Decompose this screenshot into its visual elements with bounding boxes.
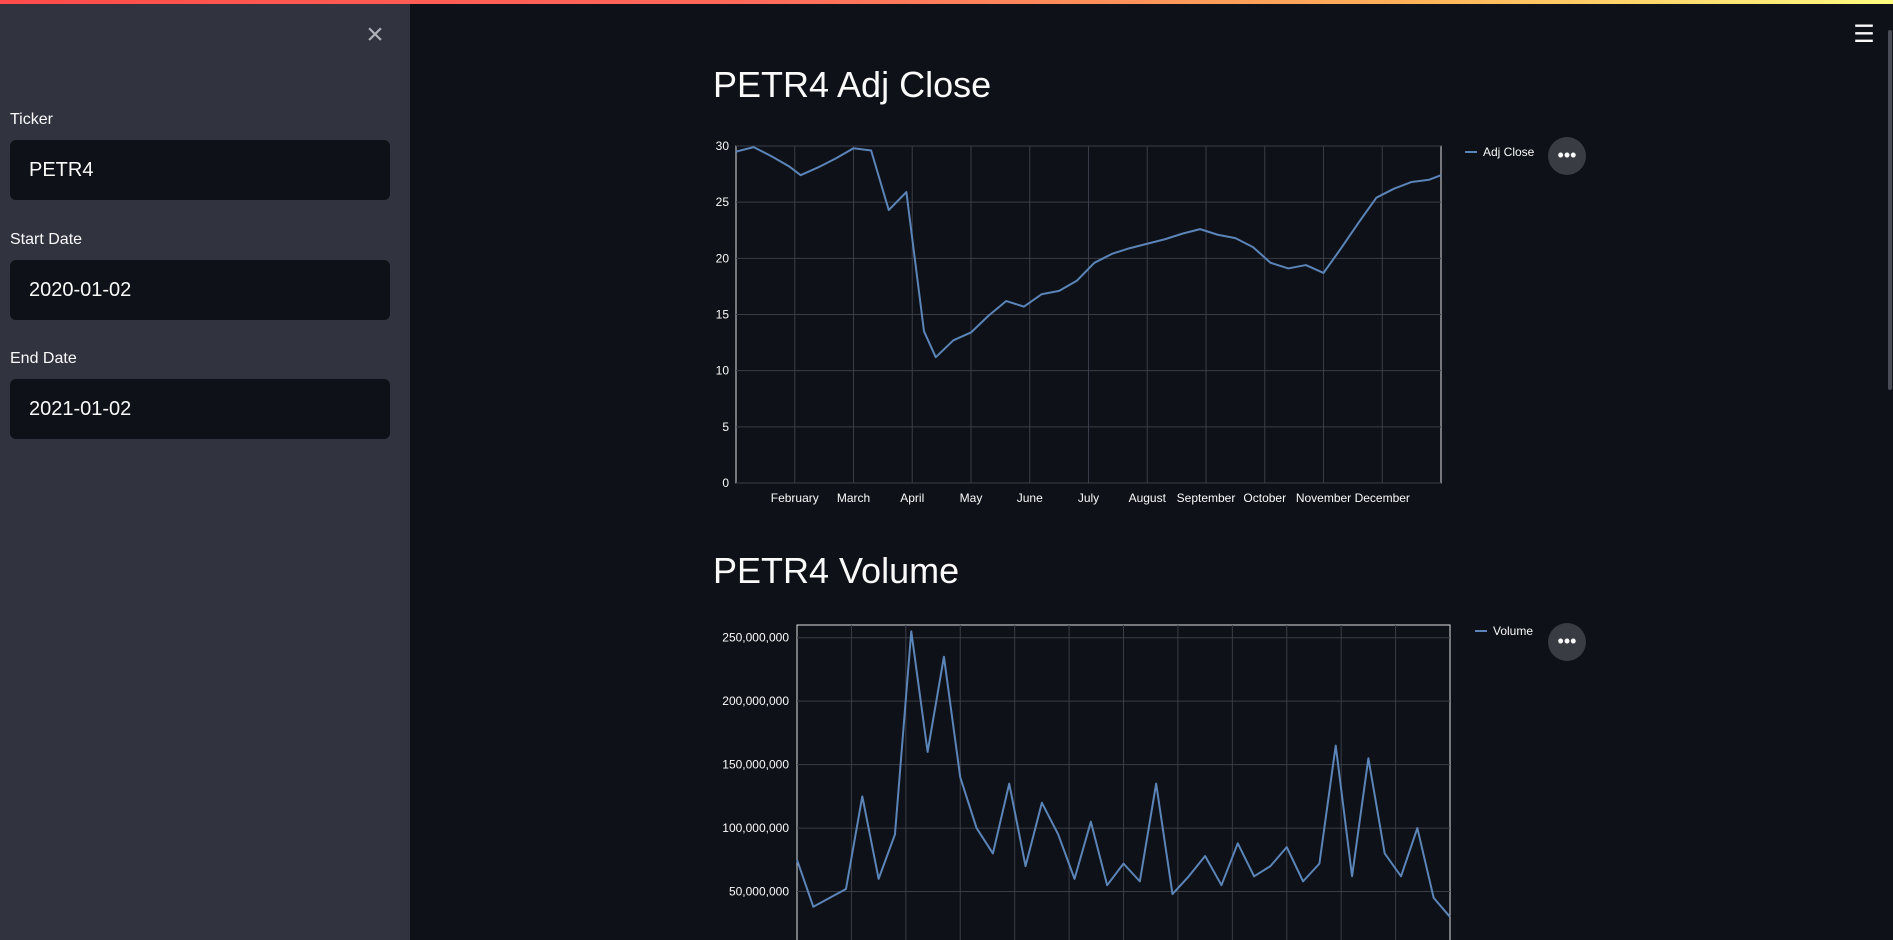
main-scrollbar[interactable] <box>1888 30 1892 390</box>
x-tick-label: March <box>837 491 870 505</box>
adj-close-chart: 0 5 10 15 20 25 30 February March April May June Jul… <box>716 139 1535 505</box>
ticker-label: Ticker <box>10 111 53 128</box>
x-tick-label: June <box>1017 491 1043 505</box>
x-tick-label: February <box>771 491 819 505</box>
x-tick-label: December <box>1355 491 1410 505</box>
y-tick-label: 20 <box>716 251 730 265</box>
chart2-more-options-button[interactable]: ••• <box>1548 623 1586 661</box>
x-tick-label: May <box>960 491 983 505</box>
x-tick-label: October <box>1243 491 1286 505</box>
y-tick-label: 15 <box>716 308 730 322</box>
x-tick-label: April <box>900 491 924 505</box>
y-tick-label: 50,000,000 <box>729 885 789 899</box>
y-tick-label: 30 <box>716 139 730 153</box>
y-tick-label: 200,000,000 <box>722 694 789 708</box>
hamburger-menu-icon[interactable]: ☰ <box>1851 22 1877 48</box>
start-date-label: Start Date <box>10 231 83 248</box>
y-tick-label: 250,000,000 <box>722 631 789 645</box>
ticker-input[interactable] <box>10 140 390 200</box>
end-date-label: End Date <box>10 350 77 367</box>
y-tick-label: 150,000,000 <box>722 758 789 772</box>
chart1-more-options-button[interactable]: ••• <box>1548 137 1586 175</box>
x-tick-label: September <box>1177 491 1236 505</box>
top-decoration-bar <box>0 0 1893 4</box>
start-date-input[interactable] <box>10 260 390 320</box>
x-tick-label: November <box>1296 491 1351 505</box>
legend-label-adj-close: Adj Close <box>1483 145 1535 159</box>
y-tick-label: 10 <box>716 364 730 378</box>
legend-label-volume: Volume <box>1493 624 1533 638</box>
volume-chart-title: PETR4 Volume <box>713 550 960 591</box>
x-tick-label: August <box>1129 491 1167 505</box>
y-tick-label: 25 <box>716 195 730 209</box>
y-tick-label: 5 <box>722 420 729 434</box>
close-sidebar-icon[interactable]: × <box>360 20 390 50</box>
y-tick-label: 0 <box>722 476 729 490</box>
adj-close-chart-title: PETR4 Adj Close <box>713 64 992 105</box>
sidebar: × Ticker Start Date End Date <box>0 0 410 940</box>
y-tick-label: 100,000,000 <box>722 821 789 835</box>
end-date-input[interactable] <box>10 379 390 439</box>
volume-chart: 250,000,000 200,000,000 150,000,000 100,000… <box>722 624 1533 940</box>
x-tick-label: July <box>1078 491 1099 505</box>
